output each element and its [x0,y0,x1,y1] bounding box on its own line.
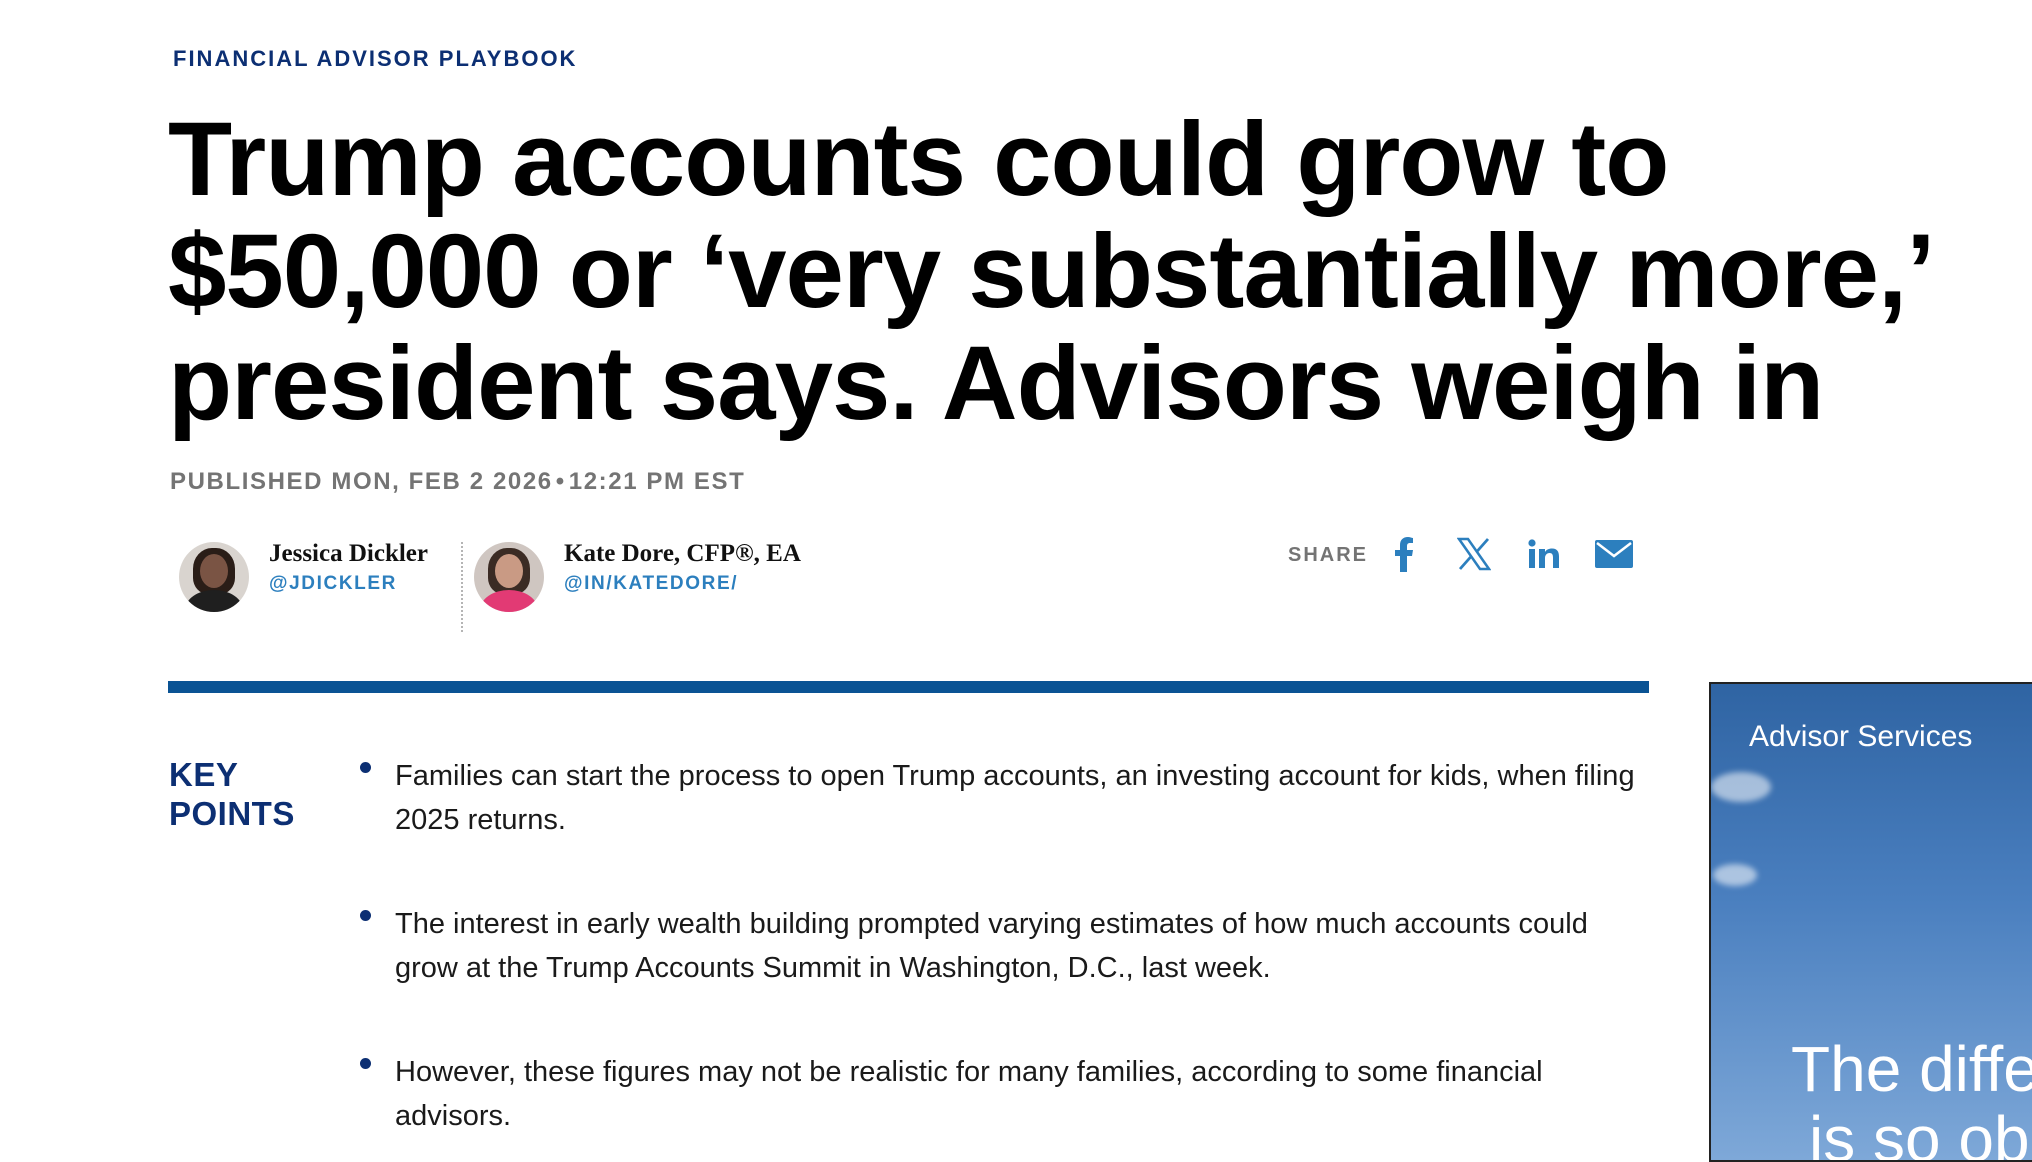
bullet-icon [360,1058,371,1069]
key-points-heading: KEY POINTS [169,756,295,832]
dateline-separator: • [555,468,566,495]
ad-tagline-line: The diffe [1791,1033,2032,1105]
author-divider [461,542,463,632]
author-avatar[interactable] [179,542,249,612]
advertisement-banner[interactable]: Advisor Services The diffe is so ob [1709,682,2032,1162]
key-points-top-rule [168,681,1649,693]
published-date: PUBLISHED MON, FEB 2 2026 [170,468,553,495]
article-headline: Trump accounts could grow to $50,000 or … [168,101,1930,442]
key-point-text: Families can start the process to open T… [395,760,1635,836]
ad-brand-label: Advisor Services [1749,720,1973,753]
published-time: 12:21 PM EST [568,468,746,495]
key-point-text: However, these figures may not be realis… [395,1056,1543,1132]
author-name[interactable]: Kate Dore, CFP®, EA [564,540,801,568]
bullet-icon [360,762,371,773]
bullet-icon [360,910,371,921]
published-dateline: PUBLISHED MON, FEB 2 2026 • 12:21 PM EST [170,468,745,496]
author-name[interactable]: Jessica Dickler [269,540,428,568]
cloud-decoration [1711,772,1771,802]
email-icon[interactable] [1592,532,1636,576]
author-handle[interactable]: @IN/KATEDORE/ [564,573,738,595]
author-avatar[interactable] [474,542,544,612]
cloud-decoration [1713,864,1757,886]
section-kicker-link[interactable]: FINANCIAL ADVISOR PLAYBOOK [173,46,577,72]
linkedin-icon[interactable] [1522,532,1566,576]
ad-tagline-line: is so ob [1809,1103,2030,1162]
ad-tagline: The diffe is so ob [1791,1033,2032,1162]
key-point-text: The interest in early wealth building pr… [395,908,1588,984]
facebook-icon[interactable] [1382,532,1426,576]
author-handle[interactable]: @JDICKLER [269,573,397,595]
x-icon[interactable] [1452,532,1496,576]
share-label: SHARE [1288,544,1369,566]
